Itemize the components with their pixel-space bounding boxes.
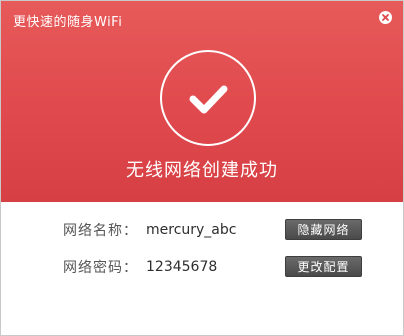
network-name-label: 网络名称： (63, 223, 138, 239)
header-banner: 更快速的随身WiFi 无线网络创建成功 (1, 1, 403, 202)
network-password-value: 12345678 (146, 259, 218, 275)
wifi-app-window: 更快速的随身WiFi 无线网络创建成功 网络名称： mercury_abc 隐藏… (0, 0, 404, 336)
network-password-row: 网络密码： 12345678 (63, 256, 217, 278)
network-name-row: 网络名称： mercury_abc (63, 219, 236, 241)
success-message: 无线网络创建成功 (126, 160, 278, 181)
check-circle-icon (160, 50, 256, 146)
close-icon[interactable] (379, 11, 392, 24)
change-config-button[interactable]: 更改配置 (285, 256, 362, 277)
network-password-label: 网络密码： (63, 260, 138, 276)
window-title: 更快速的随身WiFi (13, 15, 123, 30)
network-name-value: mercury_abc (146, 222, 237, 238)
hide-network-button[interactable]: 隐藏网络 (285, 219, 362, 240)
